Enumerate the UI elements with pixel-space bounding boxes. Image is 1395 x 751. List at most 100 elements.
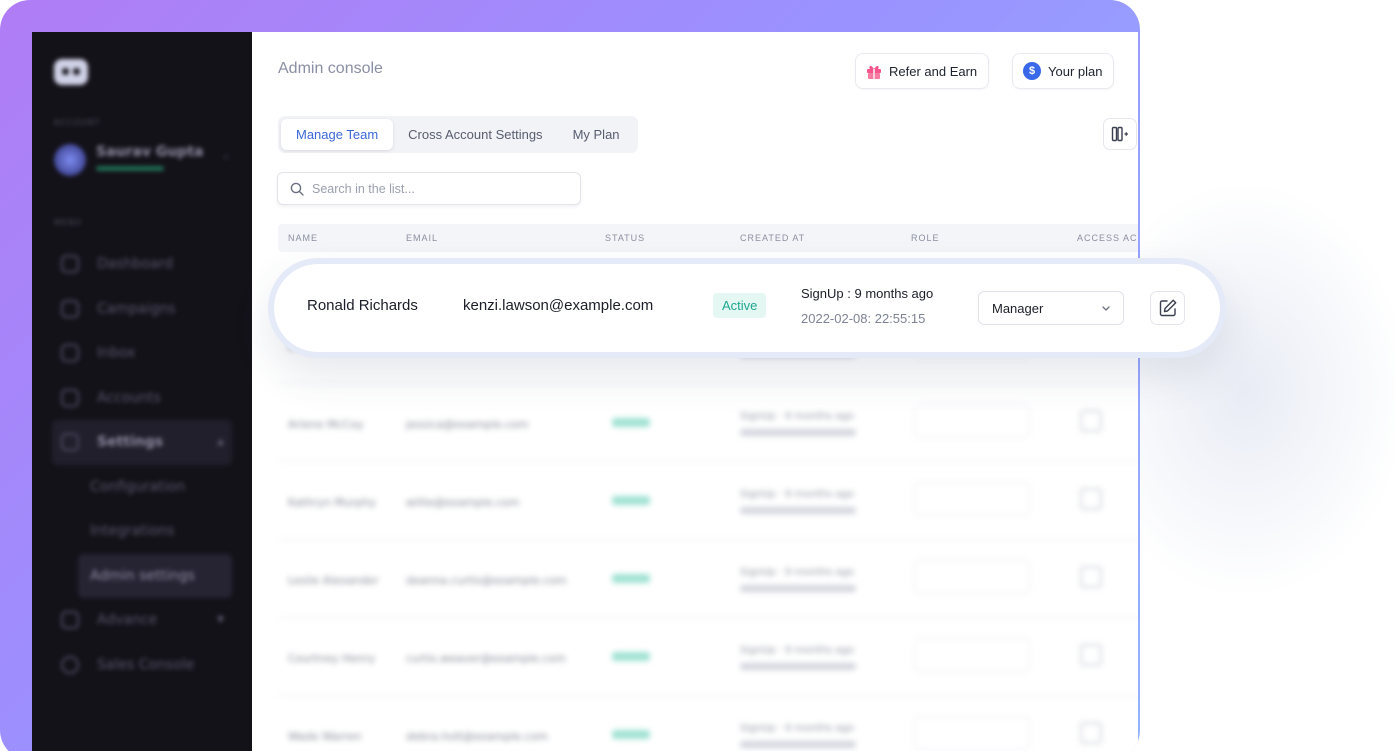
user-status-bar <box>96 166 164 171</box>
member-email: jessica@example.com <box>406 418 529 431</box>
status-badge: Active <box>713 293 767 318</box>
created-date <box>740 507 856 514</box>
tab-manage-team[interactable]: Manage Team <box>281 119 394 150</box>
role-select[interactable]: Manager <box>978 291 1124 325</box>
status-badge <box>612 496 650 505</box>
role-select[interactable] <box>914 716 1030 750</box>
sidebar-item-label: Integrations <box>90 523 175 540</box>
member-name: Arlene McCoy <box>288 418 364 431</box>
refer-and-earn-button[interactable]: Refer and Earn <box>855 53 990 89</box>
robot-logo-icon[interactable] <box>54 59 88 85</box>
created-date: 2022-02-08: 22:55:15 <box>801 311 926 326</box>
role-select[interactable] <box>914 404 1030 438</box>
sidebar-blur-layer: ACCOUNT Saurav Gupta › MENU Dashboard Ca… <box>32 32 252 751</box>
tab-my-plan[interactable]: My Plan <box>558 119 635 150</box>
sidebar-item-dashboard[interactable]: Dashboard <box>52 242 232 287</box>
sidebar-item-label: Accounts <box>97 389 161 406</box>
status-badge <box>612 574 650 583</box>
created-date <box>740 429 856 436</box>
member-name: Wade Warren <box>288 730 362 743</box>
member-name: Courtney Henry <box>288 652 376 665</box>
refer-and-earn-label: Refer and Earn <box>889 63 978 79</box>
edit-member-button[interactable] <box>1150 291 1185 325</box>
table-row[interactable]: Ronald Richards kenzi.lawson@example.com… <box>274 264 1220 352</box>
sidebar-section-label: ACCOUNT <box>54 118 101 127</box>
edit-icon[interactable] <box>1080 566 1102 588</box>
sidebar-item-label: Inbox <box>97 345 136 362</box>
status-badge <box>612 652 650 661</box>
sidebar-item-accounts[interactable]: Accounts <box>52 376 232 421</box>
signup-text: SignUp : 9 months ago <box>801 286 934 301</box>
role-select[interactable] <box>914 560 1030 594</box>
table-row[interactable]: Wade Warren debra.holt@example.com SignUp … <box>278 696 1138 751</box>
column-header-status[interactable]: STATUS <box>605 233 645 243</box>
dashboard-icon <box>61 255 79 274</box>
member-email: curtis.weaver@example.com <box>406 652 566 665</box>
created-date <box>740 585 856 592</box>
inbox-icon <box>61 344 79 363</box>
edit-icon[interactable] <box>1080 644 1102 666</box>
member-name: Kathryn Murphy <box>288 496 376 509</box>
status-badge <box>612 730 650 739</box>
user-switcher[interactable]: Saurav Gupta › <box>52 140 232 180</box>
sidebar-item-configuration[interactable]: Configuration <box>52 465 232 510</box>
search-input[interactable] <box>312 181 562 196</box>
chevron-down-icon: ▼ <box>217 615 224 626</box>
table-row[interactable]: Kathryn Murphy willie@example.com SignUp ·… <box>278 462 1138 540</box>
advance-icon <box>61 611 79 630</box>
table-header: NAME EMAIL STATUS CREATED AT ROLE ACCESS… <box>278 224 1138 252</box>
signup-text: SignUp · 9 months ago <box>740 723 854 734</box>
search-box[interactable] <box>277 172 581 205</box>
dollar-icon: $ <box>1023 62 1041 80</box>
signup-text: SignUp · 9 months ago <box>740 645 854 656</box>
column-header-access[interactable]: ACCESS AC <box>1077 233 1138 243</box>
created-date <box>740 663 856 670</box>
member-email: willie@example.com <box>406 496 520 509</box>
sidebar-item-sales-console[interactable]: Sales Console <box>52 643 232 688</box>
sidebar-item-inbox[interactable]: Inbox <box>52 331 232 376</box>
accounts-icon <box>61 388 79 407</box>
table-row[interactable]: Leslie Alexander deanna.curtis@example.co… <box>278 540 1138 618</box>
sidebar-item-label: Configuration <box>90 478 185 495</box>
search-icon <box>290 182 304 196</box>
table-row[interactable]: Arlene McCoy jessica@example.com SignUp · … <box>278 384 1138 462</box>
created-date <box>740 741 856 748</box>
tab-cross-account-settings[interactable]: Cross Account Settings <box>393 119 557 150</box>
sidebar-item-campaigns[interactable]: Campaigns <box>52 287 232 332</box>
status-badge <box>612 418 650 427</box>
your-plan-button[interactable]: $ Your plan <box>1012 53 1115 89</box>
signup-text: SignUp · 9 months ago <box>740 567 854 578</box>
sidebar-item-label: Sales Console <box>97 656 195 673</box>
role-select[interactable] <box>914 638 1030 672</box>
campaign-icon <box>61 299 79 318</box>
role-select[interactable] <box>914 482 1030 516</box>
column-header-created-at[interactable]: CREATED AT <box>740 233 805 243</box>
sidebar-item-label: Advance <box>97 612 158 629</box>
member-name: Leslie Alexander <box>288 574 379 587</box>
settings-icon <box>61 433 79 452</box>
tab-bar: Manage Team Cross Account Settings My Pl… <box>278 116 638 153</box>
sidebar-item-admin-settings[interactable]: Admin settings <box>78 553 232 598</box>
column-settings-button[interactable] <box>1103 118 1137 150</box>
sidebar-item-settings[interactable]: Settings ▲ <box>52 420 232 465</box>
sidebar-menu-label: MENU <box>54 218 82 227</box>
user-name: Saurav Gupta <box>96 144 204 160</box>
edit-icon[interactable] <box>1080 722 1102 744</box>
edit-icon[interactable] <box>1080 488 1102 510</box>
columns-add-icon <box>1111 126 1128 142</box>
chevron-right-icon: › <box>224 152 228 163</box>
gift-icon <box>867 65 881 79</box>
avatar <box>54 144 86 176</box>
edit-icon[interactable] <box>1080 410 1102 432</box>
your-plan-label: Your plan <box>1048 63 1103 79</box>
app-window: ACCOUNT Saurav Gupta › MENU Dashboard Ca… <box>32 32 1138 751</box>
table-row[interactable]: Courtney Henry curtis.weaver@example.com S… <box>278 618 1138 696</box>
member-email: debra.holt@example.com <box>406 730 548 743</box>
sidebar-item-integrations[interactable]: Integrations <box>52 509 232 554</box>
member-email: deanna.curtis@example.com <box>406 574 567 587</box>
column-header-email[interactable]: EMAIL <box>406 233 438 243</box>
column-header-role[interactable]: ROLE <box>911 233 940 243</box>
column-header-name[interactable]: NAME <box>288 233 318 243</box>
sidebar-menu: Dashboard Campaigns Inbox Accounts Setti… <box>52 242 232 687</box>
sidebar-item-advance[interactable]: Advance ▼ <box>52 598 232 643</box>
